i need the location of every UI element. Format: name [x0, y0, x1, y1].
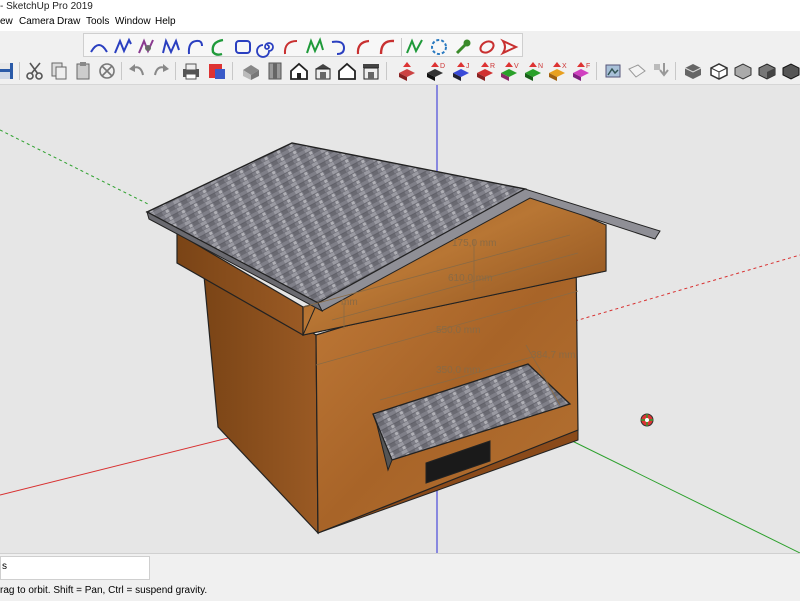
solid-tool-d-icon[interactable]: D [424, 60, 446, 82]
sector-icon[interactable] [498, 36, 520, 58]
dim-entrance-width[interactable]: 350,0 mm [436, 365, 480, 376]
title-bar: - SketchUp Pro 2019 [0, 0, 800, 14]
green-axis [559, 434, 800, 553]
svg-text:V: V [514, 63, 519, 70]
svg-text:J: J [466, 63, 470, 70]
tag-icon[interactable] [626, 60, 648, 82]
toolbar-separator [19, 62, 20, 80]
undo-icon[interactable] [126, 60, 148, 82]
dim-body-width[interactable]: 550,0 mm [436, 325, 480, 336]
status-hint: rag to orbit. Shift = Pan, Ctrl = suspen… [0, 585, 208, 596]
curve-green-icon[interactable] [208, 36, 230, 58]
redo-icon[interactable] [150, 60, 172, 82]
dim-side-depth[interactable]: 384,7 mm [531, 350, 575, 361]
toolbar-separator [386, 62, 387, 80]
rounded-rect-icon[interactable] [232, 36, 254, 58]
menu-draw[interactable]: Draw [57, 16, 80, 27]
copy-icon[interactable] [48, 60, 70, 82]
solid-tool-f-icon[interactable]: F [570, 60, 592, 82]
xray-icon[interactable] [682, 60, 704, 82]
svg-text:N: N [538, 63, 543, 70]
shaded-icon[interactable] [756, 60, 778, 82]
right-view-icon[interactable] [312, 60, 334, 82]
svg-text:R: R [490, 63, 495, 70]
toolbar-separator [675, 62, 676, 80]
solid-tool-r-icon[interactable]: R [474, 60, 496, 82]
status-bar: s rag to orbit. Shift = Pan, Ctrl = susp… [0, 553, 800, 601]
status-tab-label: s [2, 561, 7, 572]
paste-icon[interactable] [72, 60, 94, 82]
solid-tool-v-icon[interactable]: V [498, 60, 520, 82]
toolbar-separator [401, 38, 402, 56]
red-axis-dashed [574, 254, 800, 322]
menu-window[interactable]: Window [115, 16, 151, 27]
menu-bar: ew Camera Draw Tools Window Help [0, 14, 800, 31]
status-tab[interactable]: s [0, 556, 150, 580]
cut-icon[interactable] [24, 60, 46, 82]
drawing-viewport[interactable]: 175,0 mm 610,0 mm mm 550,0 mm 384,7 mm 3… [0, 85, 800, 553]
arc-3pt-icon[interactable] [280, 36, 302, 58]
svg-text:X: X [562, 63, 567, 70]
window-title: - SketchUp Pro 2019 [0, 1, 93, 12]
arc-icon[interactable] [88, 36, 110, 58]
wireframe-icon[interactable] [708, 60, 730, 82]
iso-view-icon[interactable] [240, 60, 262, 82]
front-view-icon[interactable] [288, 60, 310, 82]
ellipse-icon[interactable] [476, 36, 498, 58]
wrench-icon[interactable] [452, 36, 474, 58]
dim-upper-width[interactable]: 610,0 mm [448, 273, 492, 284]
drawing-tools-group [83, 33, 523, 58]
toolbar-separator [175, 62, 176, 80]
toolbar-separator [596, 62, 597, 80]
import-icon[interactable] [602, 60, 624, 82]
freehand-icon[interactable] [112, 36, 134, 58]
solid-tool-j-icon[interactable]: J [450, 60, 472, 82]
green-axis-dashed [0, 129, 151, 206]
erase-icon[interactable] [96, 60, 118, 82]
bezier-icon[interactable] [136, 36, 158, 58]
monochrome-icon[interactable] [780, 60, 800, 82]
hook-curve-icon[interactable] [328, 36, 350, 58]
menu-tools[interactable]: Tools [86, 16, 109, 27]
menu-view[interactable]: ew [0, 16, 13, 27]
spiral-icon[interactable] [256, 36, 278, 58]
print-icon[interactable] [180, 60, 202, 82]
toolbar-separator [232, 62, 233, 80]
back-view-icon[interactable] [336, 60, 358, 82]
dim-left-partial[interactable]: mm [341, 297, 358, 308]
drawing-toolbar [0, 31, 800, 58]
curve-red-icon[interactable] [352, 36, 374, 58]
svg-text:F: F [586, 63, 590, 70]
arc-red-icon[interactable] [376, 36, 398, 58]
top-view-icon[interactable] [264, 60, 286, 82]
zigzag-icon[interactable] [304, 36, 326, 58]
polyline-icon[interactable] [160, 36, 182, 58]
solid-tool-red-icon[interactable] [396, 60, 418, 82]
svg-text:D: D [440, 63, 445, 70]
model-canvas[interactable]: 175,0 mm 610,0 mm mm 550,0 mm 384,7 mm 3… [0, 85, 800, 553]
menu-help[interactable]: Help [155, 16, 176, 27]
toolbar-separator [121, 62, 122, 80]
left-view-icon[interactable] [360, 60, 382, 82]
sketch-line-icon[interactable] [404, 36, 426, 58]
solid-tool-n-icon[interactable]: N [522, 60, 544, 82]
model-info-icon[interactable] [206, 60, 228, 82]
polygon-icon[interactable] [428, 36, 450, 58]
dim-roof-height[interactable]: 175,0 mm [452, 238, 496, 249]
spline-icon[interactable] [184, 36, 206, 58]
hidden-line-icon[interactable] [732, 60, 754, 82]
orbit-cursor-icon [640, 413, 654, 427]
solid-tool-x-icon[interactable]: X [546, 60, 568, 82]
main-toolbar: D J R V N X F [0, 58, 800, 85]
save-icon[interactable] [0, 60, 16, 82]
menu-camera[interactable]: Camera [19, 16, 55, 27]
download-icon[interactable] [650, 60, 672, 82]
